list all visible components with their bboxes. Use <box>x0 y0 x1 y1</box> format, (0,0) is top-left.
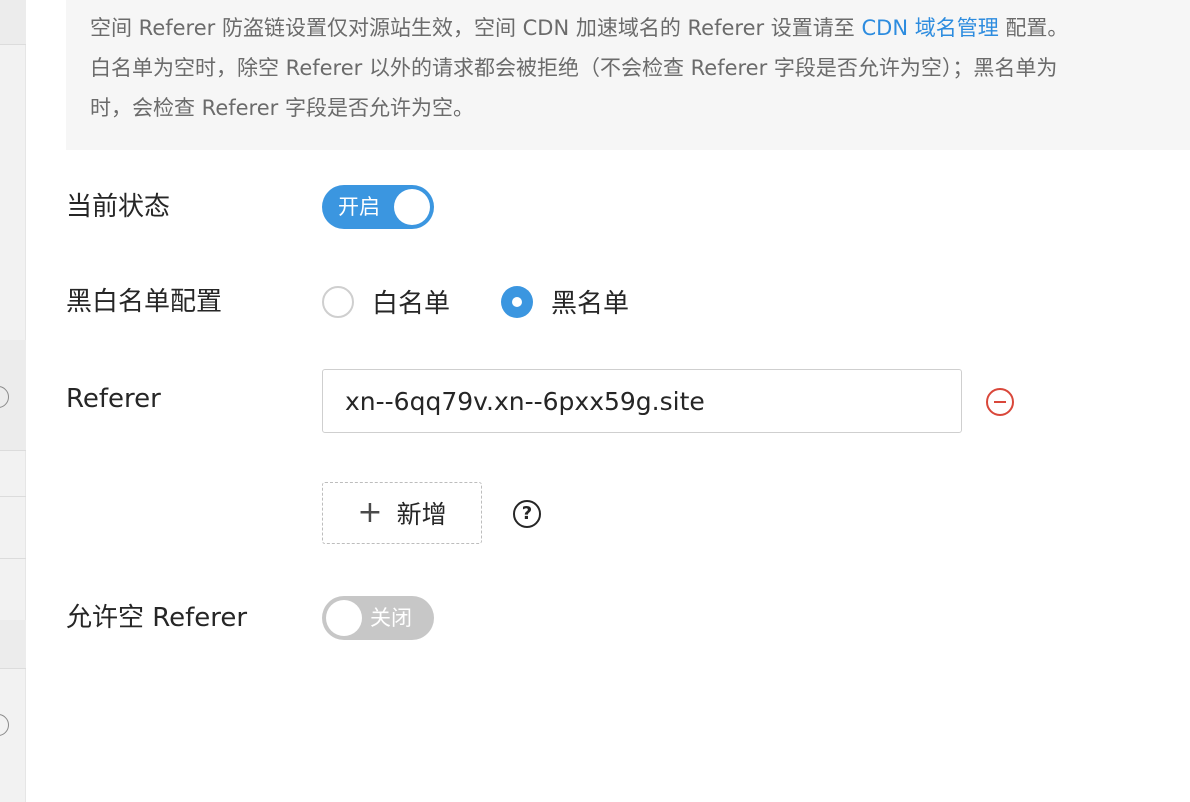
plus-icon: + <box>357 495 383 530</box>
add-referer-button[interactable]: + 新增 <box>322 482 482 544</box>
sidebar-help-icon[interactable] <box>0 714 9 736</box>
remove-referer-icon[interactable] <box>986 388 1014 416</box>
allow-empty-label: 允许空 Referer <box>66 603 248 633</box>
status-toggle[interactable]: 开启 <box>322 185 434 229</box>
notice-text: 空间 Referer 防盗链设置仅对源站生效，空间 CDN 加速域名的 Refe… <box>90 16 862 40</box>
cdn-domain-management-link[interactable]: CDN 域名管理 <box>861 16 998 40</box>
notice-line-3: 时，会检查 Referer 字段是否允许为空。 <box>90 96 474 120</box>
sidebar-row <box>0 0 26 44</box>
toggle-knob <box>326 600 362 636</box>
referer-label: Referer <box>66 384 161 414</box>
notice-line-1: 空间 Referer 防盗链设置仅对源站生效，空间 CDN 加速域名的 Refe… <box>90 8 1190 48</box>
sidebar-divider <box>0 44 26 45</box>
referer-input[interactable] <box>322 369 962 433</box>
radio-blacklist-dot[interactable] <box>501 285 533 318</box>
allow-empty-toggle[interactable]: 关闭 <box>322 596 434 640</box>
add-referer-label: 新增 <box>396 500 447 529</box>
radio-blacklist[interactable]: 黑名单 <box>501 283 629 320</box>
sidebar-divider <box>0 496 26 497</box>
radio-whitelist[interactable]: 白名单 <box>322 283 450 320</box>
sidebar-edge <box>0 0 26 802</box>
sidebar-row <box>0 620 26 668</box>
radio-whitelist-dot[interactable] <box>322 285 354 318</box>
radio-whitelist-label: 白名单 <box>372 289 451 319</box>
status-toggle-text: 开启 <box>338 195 380 219</box>
allow-empty-toggle-text: 关闭 <box>370 606 412 630</box>
radio-blacklist-label: 黑名单 <box>551 289 630 319</box>
notice-line-2: 白名单为空时，除空 Referer 以外的请求都会被拒绝（不会检查 Refere… <box>90 56 1058 80</box>
help-icon[interactable]: ? <box>513 500 541 528</box>
list-mode-label: 黑白名单配置 <box>66 287 223 317</box>
status-label: 当前状态 <box>66 192 171 222</box>
referer-settings-page: 空间 Referer 防盗链设置仅对源站生效，空间 CDN 加速域名的 Refe… <box>0 0 1190 802</box>
notice-text: 配置。 <box>998 16 1069 40</box>
sidebar-divider <box>0 450 26 451</box>
toggle-knob <box>394 189 430 225</box>
sidebar-divider <box>0 668 26 669</box>
info-notice: 空间 Referer 防盗链设置仅对源站生效，空间 CDN 加速域名的 Refe… <box>66 0 1190 150</box>
sidebar-divider <box>0 558 26 559</box>
